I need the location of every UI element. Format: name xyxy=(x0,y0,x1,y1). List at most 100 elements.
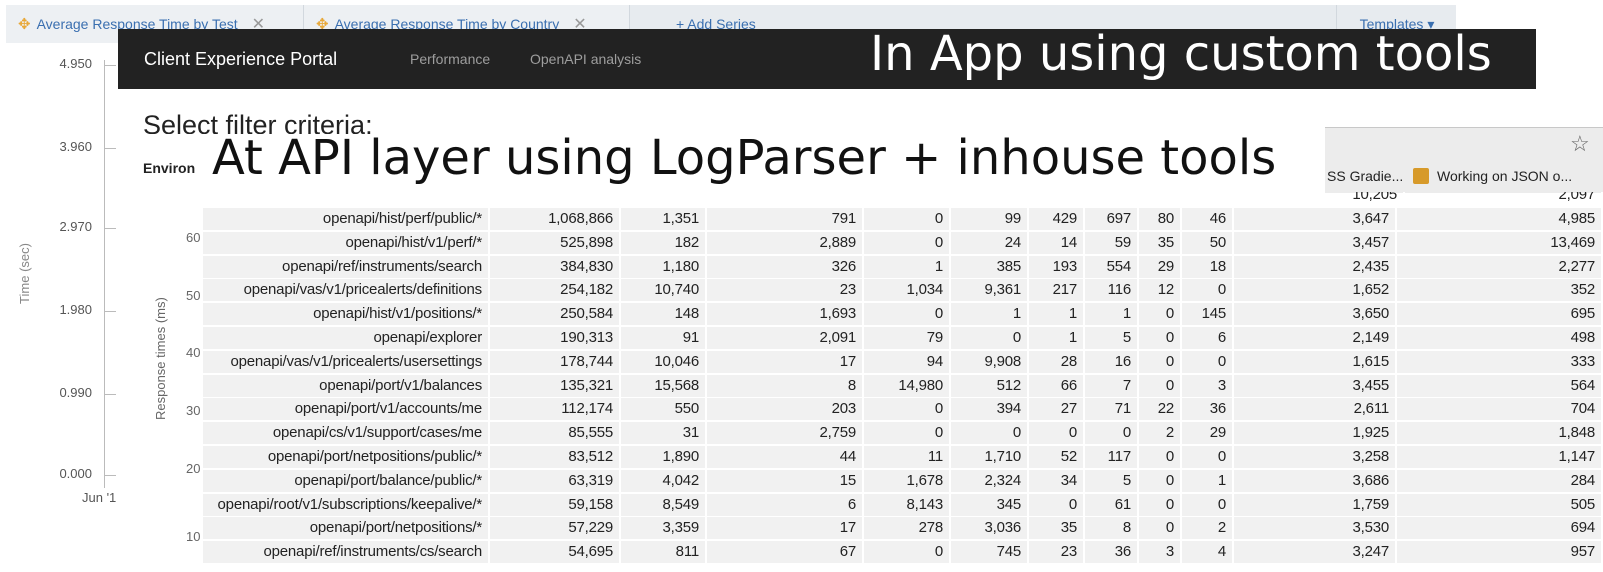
table-cell: 791 xyxy=(707,208,864,230)
table-cell: 182 xyxy=(621,231,707,254)
table-cell: 3,036 xyxy=(951,517,1029,540)
chart-y-axis xyxy=(104,60,105,488)
table-cell: 91 xyxy=(621,327,707,349)
table-row: openapi/vas/v1/pricealerts/usersettings 1… xyxy=(203,350,1603,373)
table-cell: 52 xyxy=(1029,446,1085,468)
table-cell: 117 xyxy=(1085,446,1139,468)
table-cell: 59,158 xyxy=(490,493,621,516)
table-row: openapi/port/netpositions/* 57,229 3,359 17… xyxy=(203,517,1603,540)
table-cell: 0 xyxy=(1139,517,1182,540)
y-tick-label: 3.960 xyxy=(59,139,92,154)
table-cell: 6 xyxy=(1182,327,1234,349)
table-cell: 18 xyxy=(1182,255,1234,278)
table-cell: 2,097 xyxy=(1405,192,1603,206)
table-row: openapi/hist/perf/public/* 1,068,866 1,351… xyxy=(203,208,1603,230)
table-cell: 10,740 xyxy=(621,279,707,302)
endpoint-cell: openapi/vas/v1/pricealerts/usersettings xyxy=(203,350,490,373)
table-cell: 1,890 xyxy=(621,446,707,468)
table-cell: 1,925 xyxy=(1234,422,1397,445)
table-cell: 8 xyxy=(1085,517,1139,540)
table-cell: 1,615 xyxy=(1234,350,1397,373)
table-row-partial: 10,205 2,097 xyxy=(203,192,1603,206)
endpoint-cell: openapi/ref/instruments/cs/search xyxy=(203,541,490,564)
table-row: openapi/ref/instruments/cs/search 54,695 8… xyxy=(203,541,1603,564)
endpoint-cell: openapi/hist/v1/positions/* xyxy=(203,303,490,326)
table-cell: 85,555 xyxy=(490,422,621,445)
table-cell: 0 xyxy=(1139,446,1182,468)
table-cell: 0 xyxy=(1139,303,1182,326)
endpoint-cell: openapi/root/v1/subscriptions/keepalive/… xyxy=(203,493,490,516)
table-cell: 1,848 xyxy=(1397,422,1603,445)
bookmark-item[interactable]: Working on JSON o... xyxy=(1437,168,1572,184)
endpoint-cell: openapi/port/netpositions/public/* xyxy=(203,446,490,468)
table-cell: 71 xyxy=(1085,398,1139,421)
table-cell: 3 xyxy=(1182,374,1234,397)
response-tick: 10 xyxy=(186,529,201,544)
portal-brand[interactable]: Client Experience Portal xyxy=(144,29,337,89)
table-cell: 429 xyxy=(1029,208,1085,230)
bookmark-item[interactable]: SS Gradie... xyxy=(1327,168,1403,184)
table-cell: 0 xyxy=(1029,422,1085,445)
table-cell: 190,313 xyxy=(490,327,621,349)
table-cell: 16 xyxy=(1085,350,1139,373)
table-cell: 0 xyxy=(951,327,1029,349)
table-cell: 498 xyxy=(1397,327,1603,349)
bookmark-favicon-icon xyxy=(1413,168,1429,184)
table-cell: 0 xyxy=(864,231,951,254)
table-cell: 36 xyxy=(1182,398,1234,421)
nav-performance[interactable]: Performance xyxy=(410,29,490,89)
table-row: openapi/cs/v1/support/cases/me 85,555 31 2,… xyxy=(203,422,1603,445)
table-cell: 1,351 xyxy=(621,208,707,230)
y-tick-label: 4.950 xyxy=(59,56,92,71)
table-cell: 0 xyxy=(864,303,951,326)
table-cell: 1 xyxy=(1029,327,1085,349)
table-cell: 3,247 xyxy=(1234,541,1397,564)
table-cell: 505 xyxy=(1397,493,1603,516)
endpoint-cell: openapi/port/netpositions/* xyxy=(203,517,490,540)
table-cell: 17 xyxy=(707,517,864,540)
table-cell: 0 xyxy=(951,422,1029,445)
table-cell: 193 xyxy=(1029,255,1085,278)
table-cell: 0 xyxy=(1182,350,1234,373)
table-cell: 34 xyxy=(1029,469,1085,492)
table-cell: 17 xyxy=(707,350,864,373)
table-cell: 4 xyxy=(1182,541,1234,564)
table-cell: 67 xyxy=(707,541,864,564)
table-cell: 2,277 xyxy=(1397,255,1603,278)
table-cell: 1,710 xyxy=(951,446,1029,468)
table-cell: 0 xyxy=(864,208,951,230)
table-cell: 250,584 xyxy=(490,303,621,326)
table-cell: 15 xyxy=(707,469,864,492)
table-cell: 384,830 xyxy=(490,255,621,278)
table-cell: 1 xyxy=(864,255,951,278)
table-cell: 0 xyxy=(1139,493,1182,516)
table-row: openapi/ref/instruments/search 384,830 1,1… xyxy=(203,255,1603,278)
table-cell: 8,549 xyxy=(621,493,707,516)
table-cell: 2,759 xyxy=(707,422,864,445)
endpoint-cell: openapi/vas/v1/pricealerts/definitions xyxy=(203,279,490,302)
table-cell: 14 xyxy=(1029,231,1085,254)
table-cell: 0 xyxy=(1029,493,1085,516)
table-cell: 29 xyxy=(1182,422,1234,445)
table-cell: 695 xyxy=(1397,303,1603,326)
caption-api-layer: At API layer using LogParser + inhouse t… xyxy=(212,130,1277,186)
table-cell: 704 xyxy=(1397,398,1603,421)
y-tick-label: 0.000 xyxy=(59,466,92,481)
table-cell: 564 xyxy=(1397,374,1603,397)
table-cell: 957 xyxy=(1397,541,1603,564)
table-cell: 23 xyxy=(1029,541,1085,564)
nav-openapi-analysis[interactable]: OpenAPI analysis xyxy=(530,29,641,89)
table-cell: 550 xyxy=(621,398,707,421)
table-cell: 63,319 xyxy=(490,469,621,492)
table-cell: 254,182 xyxy=(490,279,621,302)
endpoint-cell: openapi/hist/v1/perf/* xyxy=(203,231,490,254)
table-cell: 0 xyxy=(1085,422,1139,445)
table-cell: 7 xyxy=(1085,374,1139,397)
response-tick: 50 xyxy=(186,288,201,303)
table-cell: 345 xyxy=(951,493,1029,516)
table-cell: 1,068,866 xyxy=(490,208,621,230)
table-cell: 326 xyxy=(707,255,864,278)
table-cell: 112,174 xyxy=(490,398,621,421)
star-icon[interactable]: ☆ xyxy=(1570,131,1590,157)
table-cell: 46 xyxy=(1182,208,1234,230)
